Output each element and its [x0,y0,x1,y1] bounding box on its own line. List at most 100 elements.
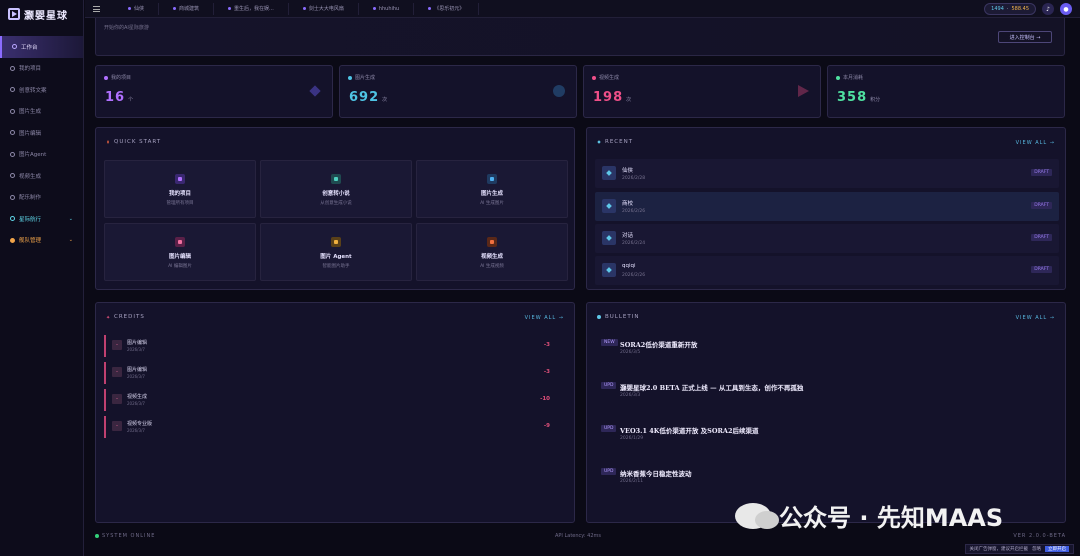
stat-value: 358 积分 [837,90,880,105]
dot-icon [104,75,108,80]
bulletin-date: 2026/3/3 [620,393,641,398]
enter-console-button[interactable]: 进入控制台 → [998,31,1052,43]
recent-item-name: qqiqi [622,263,636,269]
edit-icon [175,237,185,247]
credits-view-all-link[interactable]: VIEW ALL → [525,315,564,321]
minus-icon: – [112,394,122,404]
version-label: VER 2.0.0-BETA [1013,533,1066,539]
tab-label: 《思乐初元》 [434,6,465,12]
sidebar-item-idea-to-copy[interactable]: 创意转文案 [0,79,83,101]
bell-icon[interactable]: ♪ [1042,3,1054,15]
recent-item-name: 仙侠 [622,168,634,174]
recent-item[interactable]: 对话 2026/2/24 DRAFT [595,224,1059,253]
credit-date: 2026/3/7 [127,347,145,352]
watermark-text: 公众号 · 先知MAAS [779,504,1004,532]
bulletin-view-all-link[interactable]: VIEW ALL → [1016,315,1055,321]
system-status: SYSTEM ONLINE [95,533,155,539]
recent-item[interactable]: 仙侠 2026/2/28 DRAFT [595,159,1059,188]
edit-icon [10,130,15,136]
stat-value: 16 个 [105,90,133,105]
chevron-down-icon: ⌄ [68,215,73,222]
stat-number: 16 [105,90,126,105]
sidebar: 灏婴星球 工作台 我的项目 创意转文案 图片生成 图片编辑 图片Agent 视频… [0,0,84,556]
agent-icon [10,151,15,157]
bulletin-item[interactable]: UPD 纳米香蕉今日稳定性波动 2026/2/11 [601,468,1041,494]
recent-item-date: 2026/2/24 [622,241,646,246]
stat-label-text: 图片生成 [355,75,376,81]
stat-value: 198 次 [593,90,631,105]
stat-unit: 积分 [870,97,881,103]
sidebar-nav: 工作台 我的项目 创意转文案 图片生成 图片编辑 图片Agent 视频生成 配乐… [0,36,83,251]
recent-view-all-link[interactable]: VIEW ALL → [1016,140,1055,146]
stat-number: 198 [593,90,624,105]
separator-icon: · [1006,6,1009,12]
bulletin-date: 2026/1/29 [620,436,644,441]
bulletin-title: 灏婴星球2.0 BETA 正式上线 — 从工具到生态，创作不再孤独 [620,384,804,392]
sidebar-item-label: 创意转文案 [19,87,47,94]
bulletin-item[interactable]: NEW SORA2低价渠道重新开放 2026/3/5 [601,339,1041,365]
sidebar-item-music[interactable]: 配乐制作 [0,187,83,209]
tab-project[interactable]: 商城建筑 [159,2,215,15]
quick-card-desc: AI 生成图片 [480,201,504,206]
hero-subtitle: 开始你的AI星际旅游 [104,25,149,31]
sidebar-item-projects[interactable]: 我的项目 [0,58,83,80]
stat-unit: 个 [128,97,134,103]
ad-ignore-link[interactable]: 忽略 [1032,546,1041,552]
stat-label: 视频生成 [592,74,619,81]
status-led-icon [95,534,99,538]
hero-banner: 开始你的AI星际旅游 进入控制台 → [95,18,1065,56]
diamond-icon [10,65,15,71]
tab-project[interactable]: 剑士大大电风扇 [289,2,359,15]
credit-amount: -9 [543,423,550,429]
credit-date: 2026/3/7 [127,374,145,379]
ad-enable-button[interactable]: 立即开启 [1045,546,1069,552]
quick-card-novel[interactable]: 创意转小说 从创意生成小说 [260,160,412,218]
sidebar-item-workbench[interactable]: 工作台 [0,36,83,58]
tab-label: hhuhihu [378,5,400,12]
menu-icon[interactable] [93,5,100,12]
sidebar-item-label: 配乐制作 [19,195,42,202]
app-name: 灏婴星球 [24,10,68,22]
dot-icon [302,7,306,10]
folder-icon [175,174,185,184]
bulletin-panel: BULLETIN VIEW ALL → NEW SORA2低价渠道重新开放 20… [586,302,1066,523]
credit-row: – 视频专业版 2026/3/7 -9 [104,416,564,438]
recent-item-name: 对话 [622,233,634,239]
recent-item[interactable]: 商校 2026/2/26 DRAFT [595,192,1059,221]
quick-card-video-gen[interactable]: 视频生成 AI 生成视频 [416,223,568,281]
recent-item-name: 商校 [622,201,634,207]
sidebar-item-star-voyage[interactable]: 星际航行 ⌄ [0,208,83,230]
panel-title: ✦ CREDITS [106,314,145,321]
tab-project[interactable]: hhuhihu [359,2,415,15]
sidebar-item-image-gen[interactable]: 图片生成 [0,101,83,123]
tab-project[interactable]: 《思乐初元》 [414,2,480,15]
status-text: SYSTEM ONLINE [102,533,156,539]
sidebar-item-label: 图片编辑 [19,130,42,137]
bulletin-item[interactable]: UPD VEO3.1 4K低价渠道开放 及SORA2后续渠道 2026/1/29 [601,425,1041,451]
music-icon [10,194,15,200]
quick-card-name: 视频生成 [480,254,503,260]
stat-number: 692 [349,90,380,105]
recent-item[interactable]: qqiqi 2026/2/26 DRAFT [595,256,1059,285]
ad-block-bar: 关闭广告弹窗，建议开启拦截 忽略 立即开启 [964,544,1074,554]
logo[interactable]: 灏婴星球 [0,0,83,28]
quick-card-name: 图片生成 [480,191,503,197]
credits-a: 1494 [991,6,1004,12]
sidebar-item-fleet[interactable]: 舰队管理 ⌄ [0,230,83,252]
sidebar-item-image-agent[interactable]: 图片Agent [0,144,83,166]
avatar[interactable]: ● [1060,3,1072,15]
quick-card-image-gen[interactable]: 图片生成 AI 生成图片 [416,160,568,218]
bulletin-item[interactable]: UPD 灏婴星球2.0 BETA 正式上线 — 从工具到生态，创作不再孤独 20… [601,382,1041,408]
copy-icon [10,87,15,93]
quick-card-image-edit[interactable]: 图片编辑 AI 编辑图片 [104,223,256,281]
wechat-icon [735,502,779,529]
credits-b: 588.45 [1011,6,1030,12]
sidebar-item-image-edit[interactable]: 图片编辑 [0,122,83,144]
tab-project[interactable]: 仙侠 [114,2,160,15]
credits-pill[interactable]: 1494 · 588.45 [984,3,1036,15]
sidebar-item-video-gen[interactable]: 视频生成 [0,165,83,187]
quick-card-projects[interactable]: 我的项目 管理所有项目 [104,160,256,218]
tab-project[interactable]: 重生后，我在娱... [214,2,289,15]
quick-card-image-agent[interactable]: 图片 Agent 智能图片助手 [260,223,412,281]
sidebar-item-label: 图片Agent [19,152,47,159]
